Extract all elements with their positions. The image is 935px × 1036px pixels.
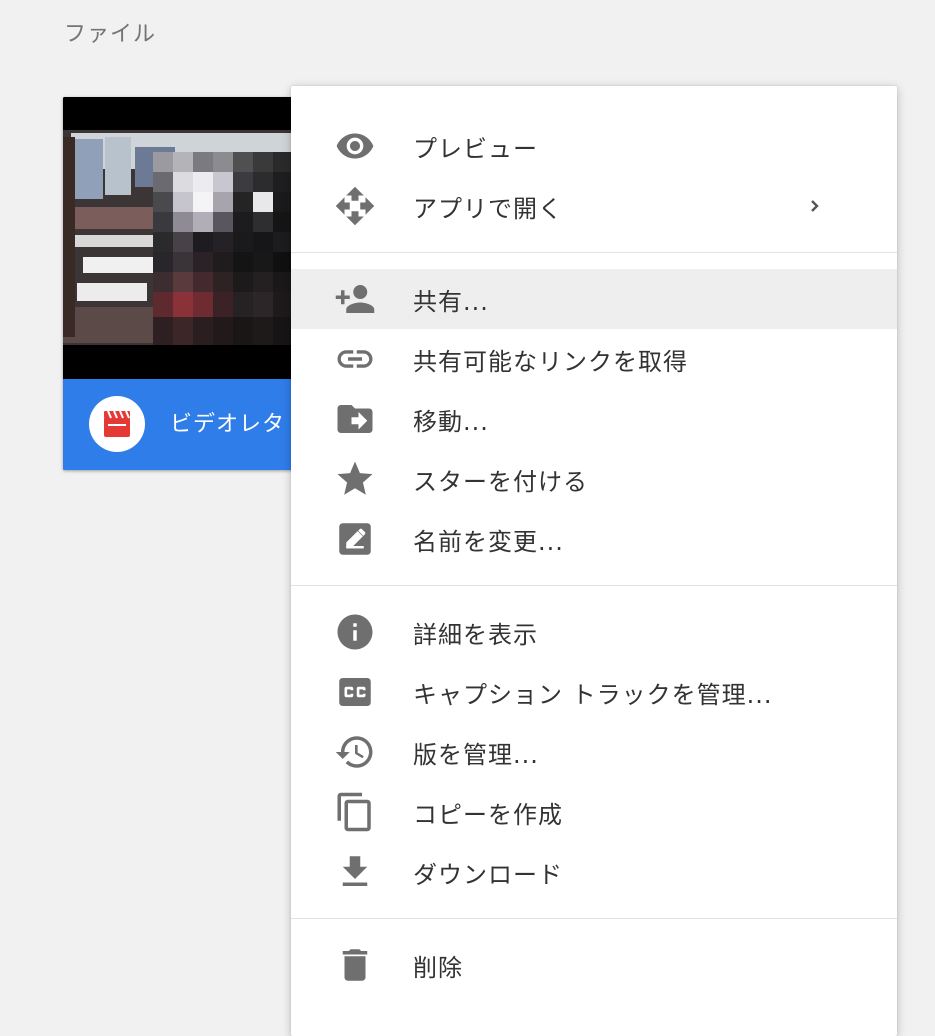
video-clapperboard-icon [104,410,130,437]
menu-item-add-star[interactable]: スターを付ける [291,449,897,509]
menu-item-label: スターを付ける [413,467,588,496]
star-icon [333,457,377,501]
trash-icon [333,943,377,987]
file-card[interactable]: ビデオレタ [63,97,303,470]
menu-item-delete[interactable]: 削除 [291,935,897,995]
copy-icon [333,790,377,834]
history-icon [333,730,377,774]
menu-item-make-copy[interactable]: コピーを作成 [291,782,897,842]
menu-item-open-with[interactable]: アプリで開く [291,176,897,236]
link-icon [333,337,377,381]
context-menu: プレビュー アプリで開く 共有... 共有可能なリンクを取得 移動... スター… [291,86,897,1036]
menu-item-label: プレビュー [413,134,538,163]
menu-item-label: 削除 [413,953,463,982]
menu-item-move[interactable]: 移動... [291,389,897,449]
eye-icon [333,124,377,168]
thumbnail-image [63,97,303,379]
file-card-footer[interactable]: ビデオレタ [63,379,303,470]
menu-group-details: 詳細を表示 キャプション トラックを管理... 版を管理... コピーを作成 ダ… [291,602,897,902]
folder-move-icon [333,397,377,441]
section-title: ファイル [64,22,157,47]
menu-item-label: 詳細を表示 [413,620,538,649]
download-icon [333,850,377,894]
file-name: ビデオレタ [170,412,286,437]
menu-item-rename[interactable]: 名前を変更... [291,509,897,569]
menu-item-label: 版を管理... [413,740,539,769]
menu-item-label: 共有... [413,287,489,316]
menu-item-get-link[interactable]: 共有可能なリンクを取得 [291,329,897,389]
menu-item-label: コピーを作成 [413,800,563,829]
video-thumbnail [63,97,303,379]
move-arrows-icon [333,184,377,228]
menu-item-preview[interactable]: プレビュー [291,116,897,176]
info-icon [333,610,377,654]
menu-item-label: 名前を変更... [413,527,564,556]
chevron-right-icon [807,198,823,214]
menu-item-view-details[interactable]: 詳細を表示 [291,602,897,662]
menu-group-organize: 共有... 共有可能なリンクを取得 移動... スターを付ける 名前を変更... [291,269,897,569]
menu-item-manage-versions[interactable]: 版を管理... [291,722,897,782]
menu-item-label: ダウンロード [413,860,563,889]
person-add-icon [333,277,377,321]
closed-caption-icon [333,670,377,714]
menu-item-label: 移動... [413,407,489,436]
menu-group-remove: 削除 [291,935,897,995]
menu-item-label: アプリで開く [413,194,563,223]
file-type-badge [89,396,145,452]
menu-group-view: プレビュー アプリで開く [291,116,897,236]
menu-item-manage-captions[interactable]: キャプション トラックを管理... [291,662,897,722]
menu-item-label: 共有可能なリンクを取得 [413,347,688,376]
menu-item-label: キャプション トラックを管理... [413,680,773,709]
menu-item-download[interactable]: ダウンロード [291,842,897,902]
edit-pencil-icon [333,517,377,561]
menu-item-share[interactable]: 共有... [291,269,897,329]
